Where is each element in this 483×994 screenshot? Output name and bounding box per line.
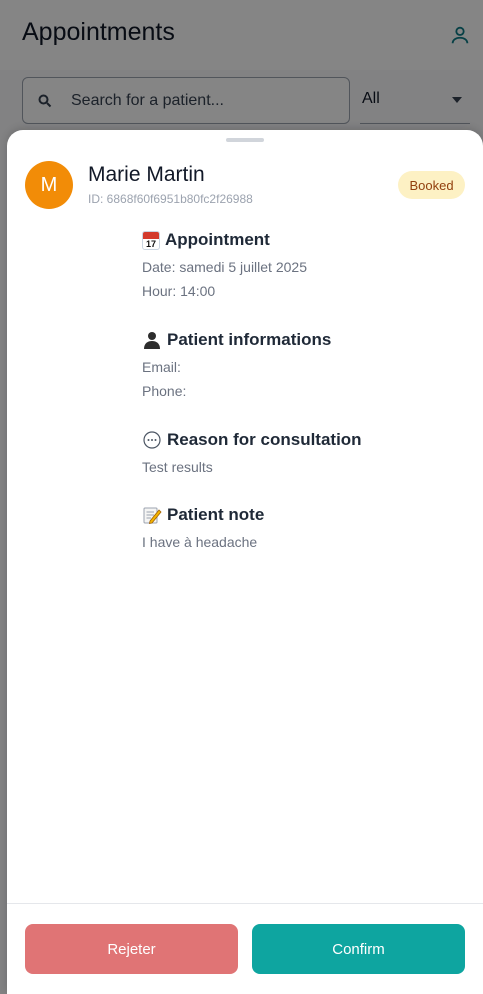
reason-title: Reason for consultation xyxy=(167,430,362,449)
appointment-detail-sheet: M Marie Martin ID: 6868f60f6951b80fc2f26… xyxy=(7,130,483,994)
speech-bubble-icon xyxy=(142,430,162,450)
reason-text: Test results xyxy=(142,459,213,475)
patient-info-title: Patient informations xyxy=(167,330,332,349)
patient-name: Marie Martin xyxy=(88,163,205,186)
person-icon xyxy=(142,330,162,350)
patient-note-title: Patient note xyxy=(167,505,265,524)
patient-info-section: Patient informations Email: Phone: xyxy=(142,328,331,400)
appointment-hour: Hour: 14:00 xyxy=(142,283,216,299)
action-footer: Rejeter Confirm xyxy=(7,903,483,994)
patient-id: ID: 6868f60f6951b80fc2f26988 xyxy=(88,192,253,206)
appointment-date: Date: samedi 5 juillet 2025 xyxy=(142,259,307,275)
reason-section: Reason for consultation Test results xyxy=(142,428,362,476)
reject-button[interactable]: Rejeter xyxy=(25,924,238,974)
patient-phone: Phone: xyxy=(142,383,187,399)
patient-note-section: Patient note I have à headache xyxy=(142,503,264,551)
appointment-section: 17 Appointment Date: samedi 5 juillet 20… xyxy=(142,228,307,300)
calendar-icon: 17 xyxy=(142,230,160,250)
confirm-button[interactable]: Confirm xyxy=(252,924,465,974)
memo-icon xyxy=(142,505,162,525)
patient-email: Email: xyxy=(142,359,181,375)
patient-note-text: I have à headache xyxy=(142,534,258,550)
drag-handle[interactable] xyxy=(226,138,264,142)
avatar: M xyxy=(25,161,73,209)
appointment-title: Appointment xyxy=(165,230,270,249)
status-badge: Booked xyxy=(398,171,465,199)
